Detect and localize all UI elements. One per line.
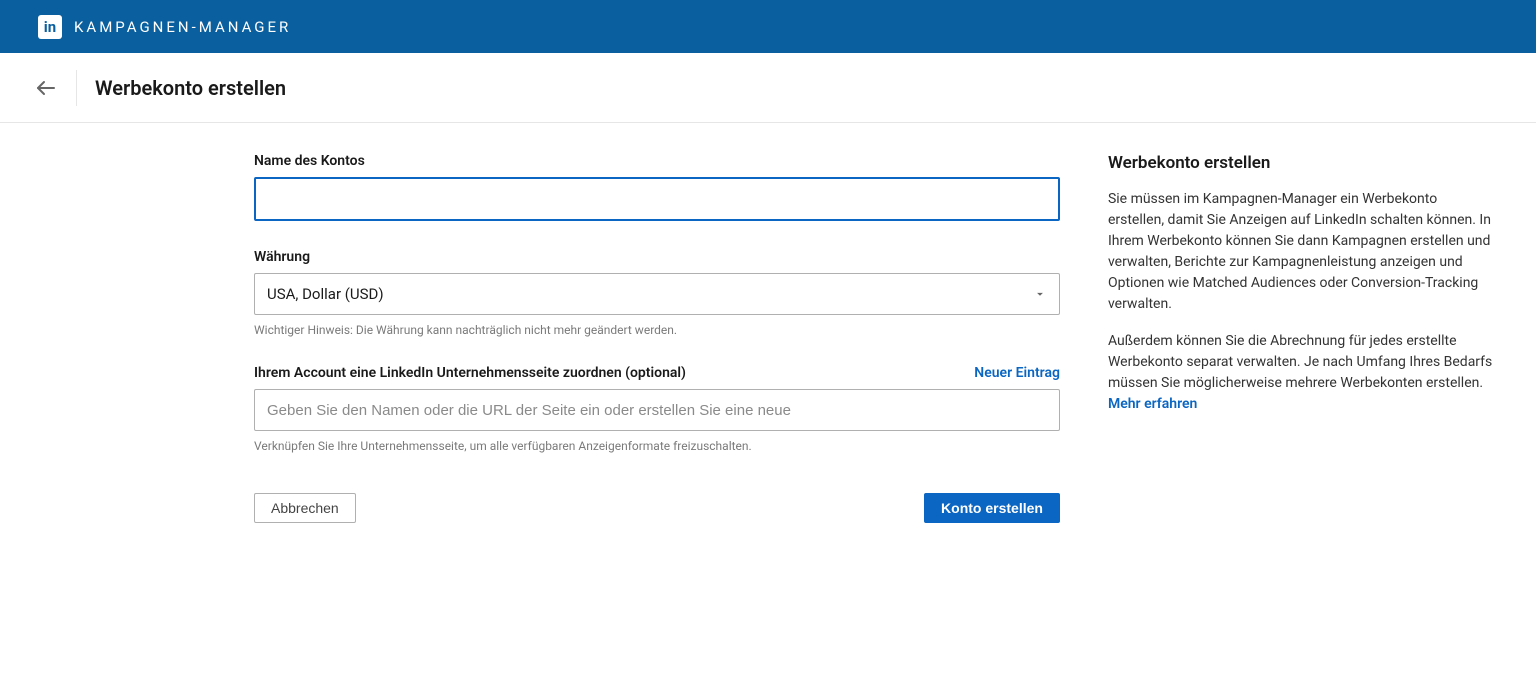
button-row: Abbrechen Konto erstellen: [254, 493, 1060, 523]
account-name-label: Name des Kontos: [254, 153, 1060, 169]
app-name: KAMPAGNEN-MANAGER: [74, 18, 291, 36]
vertical-divider: [76, 70, 77, 106]
account-name-field-block: Name des Kontos: [254, 153, 1060, 221]
learn-more-link[interactable]: Mehr erfahren: [1108, 396, 1197, 412]
form-column: Name des Kontos Währung USA, Dollar (USD…: [254, 153, 1060, 523]
side-paragraph-2: Außerdem können Sie die Abrechnung für j…: [1108, 331, 1496, 415]
currency-select[interactable]: USA, Dollar (USD): [254, 273, 1060, 315]
currency-selected-value: USA, Dollar (USD): [267, 285, 384, 303]
currency-hint: Wichtiger Hinweis: Die Währung kann nach…: [254, 323, 1060, 337]
side-title: Werbekonto erstellen: [1108, 153, 1496, 173]
create-account-button[interactable]: Konto erstellen: [924, 493, 1060, 523]
top-bar: in KAMPAGNEN-MANAGER: [0, 0, 1536, 53]
currency-field-block: Währung USA, Dollar (USD) Wichtiger Hinw…: [254, 249, 1060, 337]
linkedin-logo-icon: in: [38, 15, 62, 39]
side-column: Werbekonto erstellen Sie müssen im Kampa…: [1108, 153, 1496, 523]
company-page-label: Ihrem Account eine LinkedIn Unternehmens…: [254, 365, 686, 381]
cancel-button[interactable]: Abbrechen: [254, 493, 356, 523]
company-page-input[interactable]: [254, 389, 1060, 431]
page-title: Werbekonto erstellen: [95, 76, 286, 100]
company-page-field-block: Ihrem Account eine LinkedIn Unternehmens…: [254, 365, 1060, 453]
account-name-input[interactable]: [254, 177, 1060, 221]
new-entry-link[interactable]: Neuer Eintrag: [974, 365, 1060, 381]
back-arrow-icon[interactable]: [30, 72, 68, 104]
side-paragraph-1: Sie müssen im Kampagnen-Manager ein Werb…: [1108, 189, 1496, 315]
chevron-down-icon: [1033, 287, 1047, 301]
sub-header: Werbekonto erstellen: [0, 53, 1536, 123]
company-page-hint: Verknüpfen Sie Ihre Unternehmensseite, u…: [254, 439, 1060, 453]
side-paragraph-2-text: Außerdem können Sie die Abrechnung für j…: [1108, 333, 1492, 391]
currency-label: Währung: [254, 249, 1060, 265]
